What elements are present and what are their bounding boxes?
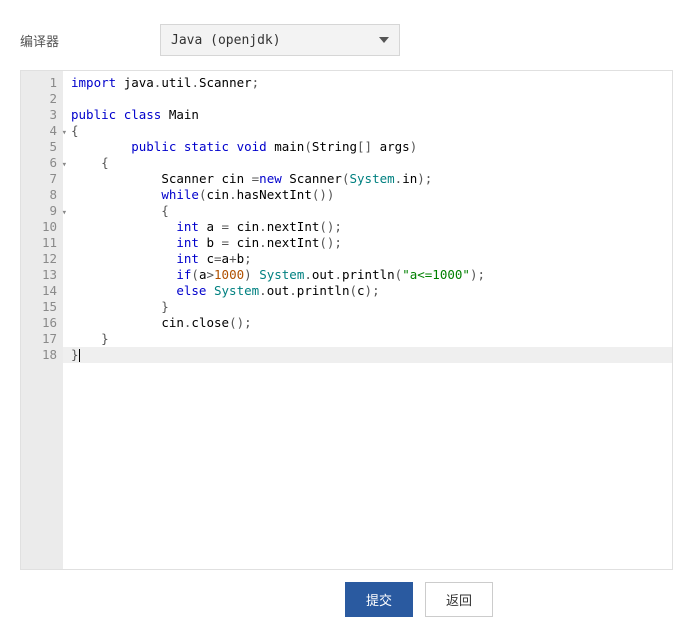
code-line[interactable]: int c=a+b; — [71, 251, 672, 267]
chevron-down-icon — [379, 37, 389, 43]
line-number: 1 — [21, 75, 57, 91]
line-number: 13 — [21, 267, 57, 283]
line-number: 11 — [21, 235, 57, 251]
code-line[interactable]: Scanner cin =new Scanner(System.in); — [71, 171, 672, 187]
line-number: 2 — [21, 91, 57, 107]
code-line[interactable] — [71, 91, 672, 107]
line-number: 3 — [21, 107, 57, 123]
line-number: 10 — [21, 219, 57, 235]
code-line[interactable]: int a = cin.nextInt(); — [71, 219, 672, 235]
line-number: 6▾ — [21, 155, 57, 171]
code-line[interactable]: public static void main(String[] args) — [71, 139, 672, 155]
code-line[interactable]: cin.close(); — [71, 315, 672, 331]
line-number: 15 — [21, 299, 57, 315]
code-line[interactable]: { — [71, 123, 672, 139]
line-number: 12 — [21, 251, 57, 267]
line-number: 8 — [21, 187, 57, 203]
code-line[interactable]: { — [71, 203, 672, 219]
code-line[interactable]: public class Main — [71, 107, 672, 123]
line-number: 5 — [21, 139, 57, 155]
code-line[interactable]: else System.out.println(c); — [71, 283, 672, 299]
code-editor[interactable]: 1234▾56▾789▾101112131415161718 import ja… — [20, 70, 673, 570]
line-number: 9▾ — [21, 203, 57, 219]
toolbar: 编译器 Java (openjdk) — [0, 0, 693, 70]
line-number-gutter: 1234▾56▾789▾101112131415161718 — [21, 71, 63, 569]
action-buttons: 提交 返回 — [345, 582, 493, 617]
code-line[interactable]: if(a>1000) System.out.println("a<=1000")… — [71, 267, 672, 283]
compiler-label: 编译器 — [20, 31, 160, 50]
text-cursor — [79, 349, 80, 362]
code-line[interactable]: } — [71, 299, 672, 315]
line-number: 4▾ — [21, 123, 57, 139]
line-number: 7 — [21, 171, 57, 187]
code-line[interactable]: import java.util.Scanner; — [71, 75, 672, 91]
back-button[interactable]: 返回 — [425, 582, 493, 617]
submit-button[interactable]: 提交 — [345, 582, 413, 617]
line-number: 17 — [21, 331, 57, 347]
code-line[interactable]: int b = cin.nextInt(); — [71, 235, 672, 251]
compiler-select[interactable]: Java (openjdk) — [160, 24, 400, 56]
code-area[interactable]: import java.util.Scanner; public class Ma… — [63, 71, 672, 569]
code-line[interactable]: } — [71, 331, 672, 347]
code-line[interactable]: { — [71, 155, 672, 171]
line-number: 18 — [21, 347, 57, 363]
active-line-highlight — [63, 347, 672, 363]
line-number: 16 — [21, 315, 57, 331]
line-number: 14 — [21, 283, 57, 299]
compiler-select-value: Java (openjdk) — [171, 33, 281, 48]
code-line[interactable]: while(cin.hasNextInt()) — [71, 187, 672, 203]
